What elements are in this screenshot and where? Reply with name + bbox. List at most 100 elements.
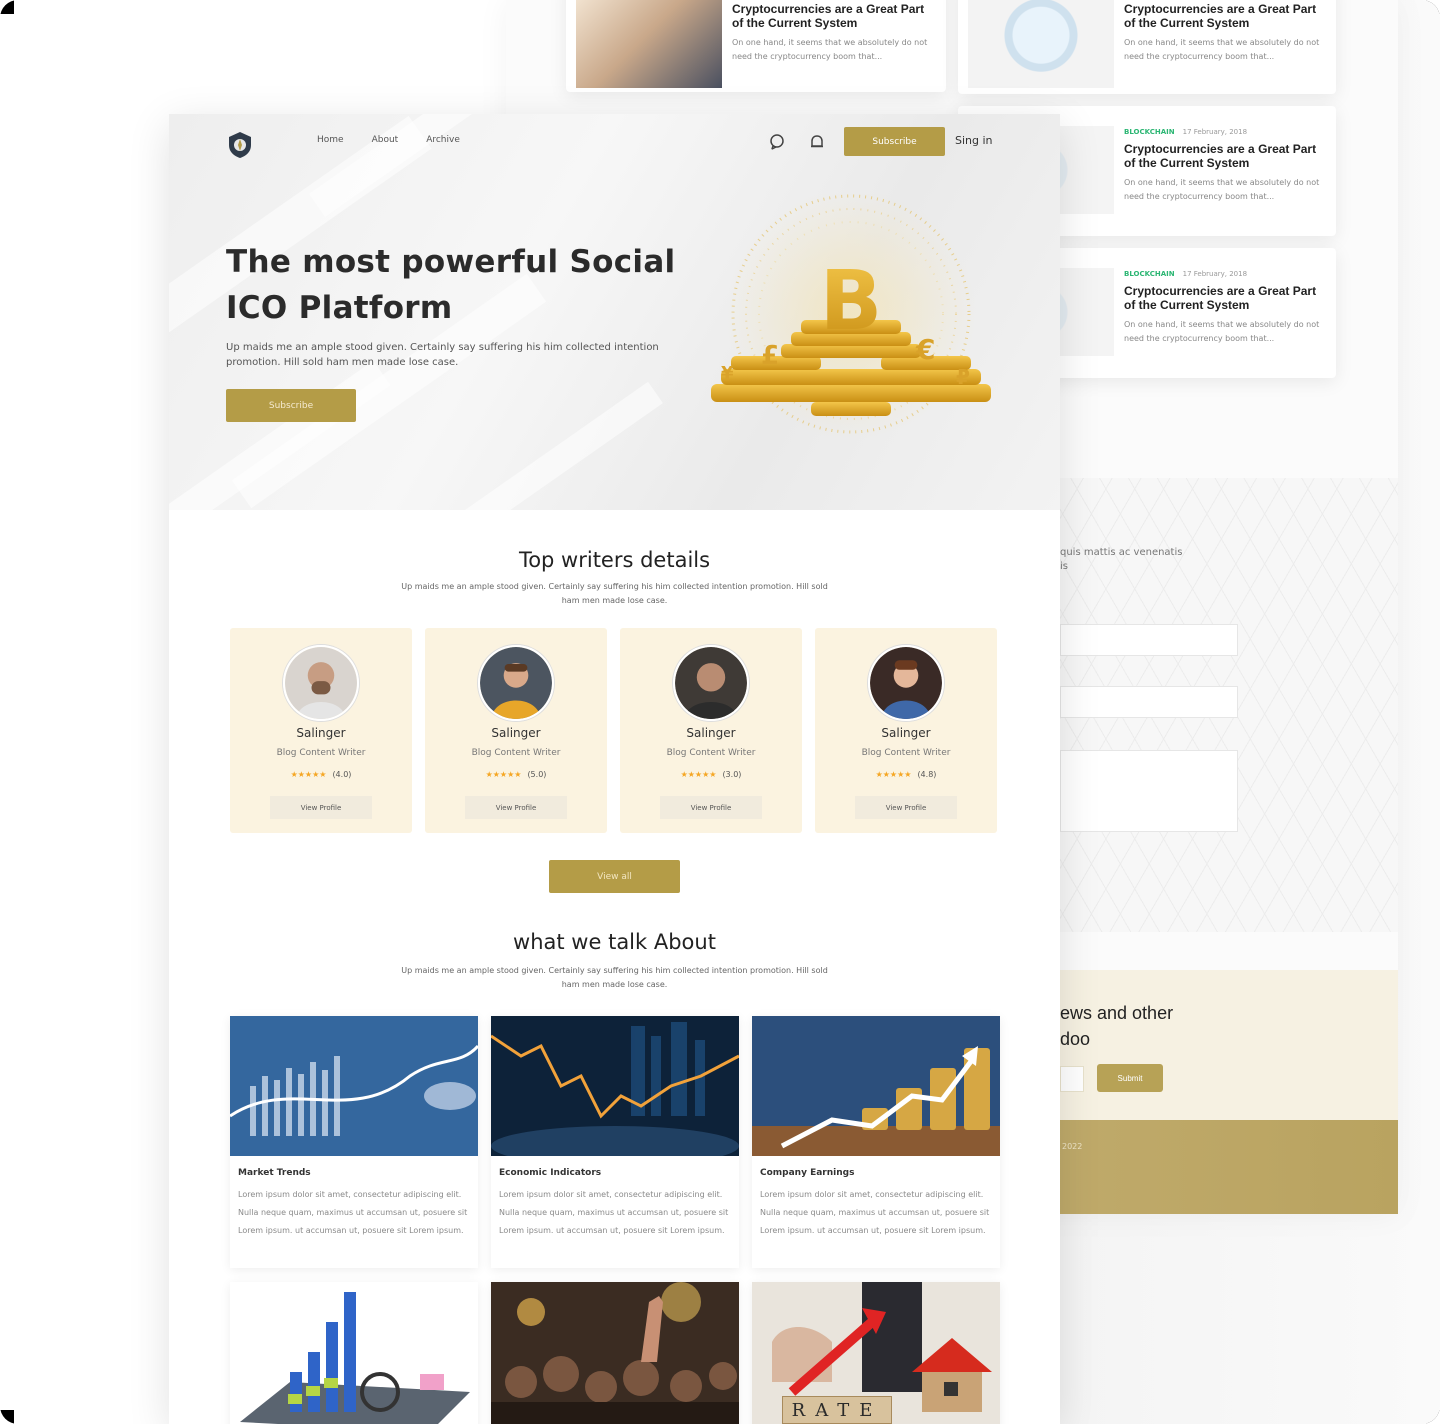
crowd-protest-image <box>491 1282 739 1424</box>
topic-card[interactable] <box>491 1282 739 1424</box>
rating-value: (3.0) <box>722 770 742 779</box>
writer-role: Blog Content Writer <box>666 748 756 758</box>
topic-title[interactable]: Company Earnings <box>760 1168 854 1178</box>
writer-card: Salinger Blog Content Writer ★★★★★ (4.8) … <box>815 628 997 833</box>
avatar[interactable] <box>478 645 554 721</box>
contact-text-line: is <box>1060 561 1068 572</box>
writers-section-subtitle: Up maids me an ample stood given. Certai… <box>401 582 828 605</box>
hero-section: Home About Archive Subscribe Sing in The… <box>169 114 1060 510</box>
blog-title[interactable]: Cryptocurrencies are a Great Part of the… <box>1124 2 1322 30</box>
message-field[interactable] <box>1060 750 1238 832</box>
rating-value: (4.8) <box>917 770 937 779</box>
newsletter-title-line: doo <box>1060 1029 1091 1049</box>
writer-card: Salinger Blog Content Writer ★★★★★ (3.0) … <box>620 628 802 833</box>
topic-card[interactable] <box>230 1282 478 1424</box>
topic-title[interactable]: Market Trends <box>238 1168 311 1178</box>
star-rating: ★★★★★ (4.0) <box>230 770 412 779</box>
newsletter-email-input[interactable] <box>1060 1066 1084 1092</box>
blog-category[interactable]: BLOCKCHAIN <box>1124 270 1175 278</box>
market-trends-image <box>230 1016 478 1156</box>
star-icon: ★★★★★ <box>680 770 717 779</box>
corner-mark <box>0 1410 14 1424</box>
avatar[interactable] <box>673 645 749 721</box>
writer-role: Blog Content Writer <box>861 748 951 758</box>
hero-title-line: The most powerful Social <box>226 244 676 280</box>
newsletter-title: ews and other doo <box>1060 1000 1173 1052</box>
view-all-button[interactable]: View all <box>549 860 680 893</box>
contact-text-line: quis mattis ac venenatis <box>1060 547 1183 558</box>
footer-text: 2022 <box>1062 1142 1083 1151</box>
writer-name: Salinger <box>296 726 346 740</box>
rate-sign: RATE <box>782 1396 892 1424</box>
view-profile-button[interactable]: View Profile <box>855 796 957 819</box>
star-rating: ★★★★★ (4.8) <box>815 770 997 779</box>
hero-title-line: ICO Platform <box>226 290 453 326</box>
nav-link-archive[interactable]: Archive <box>426 135 460 145</box>
email-field[interactable] <box>1060 686 1238 718</box>
star-icon: ★★★★★ <box>290 770 327 779</box>
blog-title[interactable]: Cryptocurrencies are a Great Part of the… <box>732 2 932 30</box>
writer-name: Salinger <box>881 726 931 740</box>
chat-icon[interactable] <box>768 133 786 151</box>
view-profile-button[interactable]: View Profile <box>270 796 372 819</box>
ripple-coin-thumbnail <box>968 0 1114 88</box>
star-rating: ★★★★★ (5.0) <box>425 770 607 779</box>
subscribe-button[interactable]: Subscribe <box>844 127 945 156</box>
rating-value: (4.0) <box>332 770 352 779</box>
topic-title[interactable]: Economic Indicators <box>499 1168 601 1178</box>
newsletter-submit-button[interactable]: Submit <box>1097 1064 1163 1092</box>
hero-subtitle: Up maids me an ample stood given. Certai… <box>226 342 659 368</box>
view-profile-button[interactable]: View Profile <box>465 796 567 819</box>
topics-section-title: what we talk About <box>513 930 716 954</box>
name-field[interactable] <box>1060 624 1238 656</box>
nav-links: Home About Archive <box>317 135 460 145</box>
avatar[interactable] <box>283 645 359 721</box>
blog-card[interactable]: Cryptocurrencies are a Great Part of the… <box>958 0 1336 94</box>
topic-description: Lorem ipsum dolor sit amet, consectetur … <box>499 1190 729 1235</box>
nav-link-home[interactable]: Home <box>317 135 344 145</box>
front-page-preview: Home About Archive Subscribe Sing in The… <box>169 114 1060 1424</box>
blog-title[interactable]: Cryptocurrencies are a Great Part of the… <box>1124 284 1322 312</box>
avatar[interactable] <box>868 645 944 721</box>
top-navigation: Home About Archive Subscribe Sing in <box>169 114 1060 170</box>
hero-background-shape <box>435 381 663 510</box>
star-rating: ★★★★★ (3.0) <box>620 770 802 779</box>
company-earnings-image <box>752 1016 1000 1156</box>
blog-excerpt: On one hand, it seems that we absolutely… <box>1124 320 1320 343</box>
writer-name: Salinger <box>491 726 541 740</box>
corner-mark <box>0 0 14 14</box>
nav-link-about[interactable]: About <box>372 135 399 145</box>
growth-chart-image <box>230 1282 478 1424</box>
svg-text:€: € <box>915 333 935 366</box>
topic-description: Lorem ipsum dolor sit amet, consectetur … <box>760 1190 990 1235</box>
blog-date: 17 February, 2018 <box>1182 270 1248 278</box>
writer-role: Blog Content Writer <box>276 748 366 758</box>
svg-text:£: £ <box>761 341 779 371</box>
contact-text: quis mattis ac venenatis is <box>1060 546 1182 574</box>
blog-thumbnail <box>576 0 722 88</box>
blog-excerpt: On one hand, it seems that we absolutely… <box>1124 178 1320 201</box>
blog-title[interactable]: Cryptocurrencies are a Great Part of the… <box>1124 142 1322 170</box>
showcase-stage: Cryptocurrencies are a Great Part of the… <box>0 0 1440 1424</box>
shield-logo-icon[interactable] <box>225 130 255 160</box>
sign-in-link[interactable]: Sing in <box>955 134 993 147</box>
view-profile-button[interactable]: View Profile <box>660 796 762 819</box>
rating-value: (5.0) <box>527 770 547 779</box>
hero-title: The most powerful Social ICO Platform <box>226 239 686 331</box>
blog-excerpt: On one hand, it seems that we absolutely… <box>1124 38 1320 61</box>
blog-category[interactable]: BLOCKCHAIN <box>1124 128 1175 136</box>
topic-card[interactable]: Market Trends Lorem ipsum dolor sit amet… <box>230 1016 478 1268</box>
topic-card[interactable]: RATE <box>752 1282 1000 1424</box>
newsletter-title-line: ews and other <box>1060 1003 1174 1023</box>
topic-card[interactable]: Economic Indicators Lorem ipsum dolor si… <box>491 1016 739 1268</box>
writer-name: Salinger <box>686 726 736 740</box>
rate-blocks: RATE <box>782 1396 892 1424</box>
notification-bell-icon[interactable] <box>808 133 826 151</box>
blog-excerpt: On one hand, it seems that we absolutely… <box>732 38 928 61</box>
blog-card[interactable]: Cryptocurrencies are a Great Part of the… <box>566 0 946 92</box>
blog-date: 17 February, 2018 <box>1182 128 1248 136</box>
star-icon: ★★★★★ <box>875 770 912 779</box>
writer-role: Blog Content Writer <box>471 748 561 758</box>
topic-card[interactable]: Company Earnings Lorem ipsum dolor sit a… <box>752 1016 1000 1268</box>
hero-subscribe-button[interactable]: Subscribe <box>226 389 356 422</box>
